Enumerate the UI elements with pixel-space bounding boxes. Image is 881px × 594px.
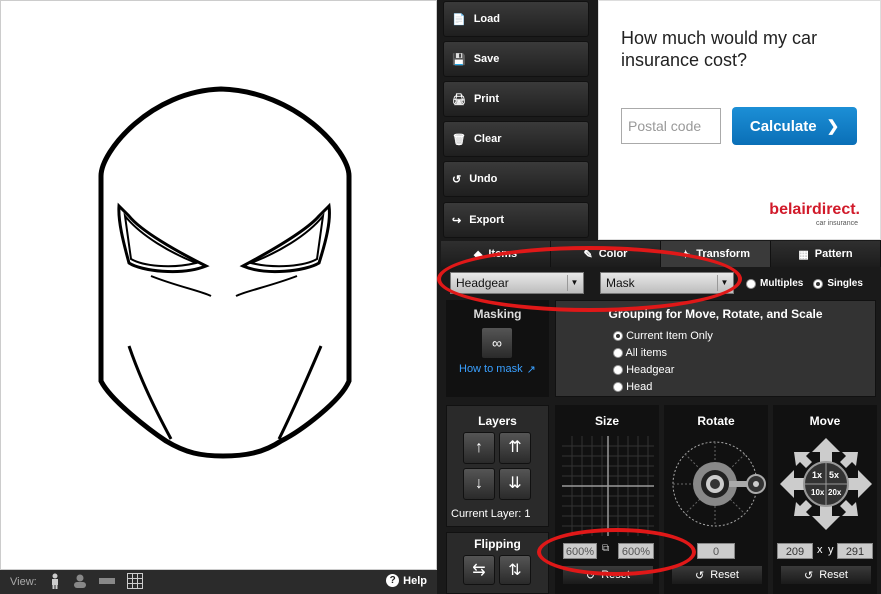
- grouping-panel: Grouping for Move, Rotate, and Scale Cur…: [555, 300, 876, 397]
- move-pad[interactable]: [778, 434, 874, 534]
- step-10x[interactable]: 10x: [811, 488, 824, 497]
- move-title: Move: [809, 414, 841, 428]
- flipping-title: Flipping: [474, 537, 521, 551]
- print-icon: 🖨: [452, 93, 466, 106]
- grouping-options: Current Item Only All items Headgear Hea…: [613, 328, 713, 396]
- load-icon: 📄: [452, 13, 466, 26]
- banner-view-icon[interactable]: [98, 576, 115, 589]
- rotate-value-field[interactable]: 0: [697, 543, 735, 559]
- view-bar: View: ? Help: [0, 570, 437, 594]
- multiples-radio[interactable]: [746, 278, 756, 289]
- flip-vertical-button[interactable]: ⇅: [499, 555, 531, 585]
- undo-icon: ↺: [452, 173, 462, 186]
- checker-icon: ▦: [798, 248, 809, 261]
- grouping-option-current[interactable]: Current Item Only: [613, 328, 713, 345]
- layer-top-icon: ⇈: [508, 439, 522, 456]
- ad-brand-sub: car insurance: [815, 220, 858, 227]
- rotate-title: Rotate: [697, 414, 735, 428]
- export-icon: ↪: [452, 214, 462, 227]
- grouping-option-head[interactable]: Head: [613, 379, 713, 396]
- annotation-oval-size: [537, 528, 696, 576]
- reset-icon: ↺: [695, 569, 705, 582]
- layer-bottom-icon: ⇊: [508, 475, 522, 492]
- move-reset-button[interactable]: ↺ Reset: [780, 565, 872, 585]
- masking-panel: Masking ∞ How to mask ↗: [446, 300, 549, 397]
- step-5x[interactable]: 5x: [829, 470, 839, 480]
- move-x-label: x: [817, 544, 823, 556]
- annotation-oval-selects: [437, 246, 742, 312]
- move-y-label: y: [828, 544, 834, 556]
- arrow-down-icon: ↓: [475, 475, 483, 492]
- mask-icon: ∞: [492, 335, 502, 351]
- singles-radio[interactable]: [813, 278, 824, 289]
- layers-title: Layers: [478, 414, 517, 428]
- layer-top-button[interactable]: ⇈: [499, 432, 531, 464]
- load-button[interactable]: 📄 Load: [443, 1, 589, 37]
- flip-horizontal-icon: ⇆: [472, 562, 486, 579]
- grouping-option-headgear[interactable]: Headgear: [613, 362, 713, 379]
- mask-drawing: [98, 86, 352, 459]
- flipping-panel: Flipping ⇆ ⇅: [446, 532, 549, 594]
- flip-vertical-icon: ⇅: [508, 562, 522, 579]
- print-button[interactable]: 🖨 Print: [443, 81, 589, 117]
- help-icon: ?: [386, 574, 400, 587]
- clear-button[interactable]: 🗑 Clear: [443, 121, 589, 157]
- view-label: View:: [10, 576, 37, 588]
- grid-view-icon[interactable]: [126, 572, 143, 592]
- layers-panel: Layers ↑ ⇈ ↓ ⇊ Current Layer: 1: [446, 405, 549, 527]
- export-button[interactable]: ↪ Export: [443, 202, 589, 238]
- tab-pattern[interactable]: ▦ Pattern: [771, 241, 881, 267]
- move-panel: Move 1x 5x 10x 20x 209 x y 291 ↺ Reset: [773, 405, 877, 594]
- drawing-canvas[interactable]: [0, 0, 437, 570]
- layer-down-button[interactable]: ↓: [463, 468, 495, 500]
- ad-question: How much would my car insurance cost?: [621, 28, 818, 70]
- save-icon: 💾: [452, 53, 466, 66]
- grouping-option-all[interactable]: All items: [613, 345, 713, 362]
- chevron-right-icon: ❯: [826, 118, 840, 135]
- ad-brand-logo: belairdirect.: [769, 201, 860, 218]
- external-link-icon: ↗: [526, 364, 536, 376]
- current-layer: Current Layer: 1: [451, 508, 531, 520]
- how-to-mask-link[interactable]: How to mask ↗: [459, 363, 536, 376]
- calculate-button[interactable]: Calculate ❯: [732, 107, 857, 145]
- trash-icon: 🗑: [452, 133, 466, 146]
- save-button[interactable]: 💾 Save: [443, 41, 589, 77]
- layer-bottom-button[interactable]: ⇊: [499, 468, 531, 500]
- undo-button[interactable]: ↺ Undo: [443, 161, 589, 197]
- layer-up-button[interactable]: ↑: [463, 432, 495, 464]
- size-title: Size: [594, 414, 619, 428]
- move-x-field[interactable]: 209: [777, 543, 813, 559]
- rotate-reset-button[interactable]: ↺ Reset: [671, 565, 763, 585]
- step-1x[interactable]: 1x: [812, 470, 822, 480]
- rotate-dial[interactable]: [669, 434, 767, 534]
- mode-toggle: Multiples Singles: [746, 278, 863, 289]
- step-20x[interactable]: 20x: [828, 488, 841, 497]
- postal-code-input[interactable]: Postal code: [621, 108, 721, 144]
- move-y-field[interactable]: 291: [837, 543, 873, 559]
- reset-icon: ↺: [804, 569, 814, 582]
- bust-view-icon[interactable]: [73, 574, 87, 591]
- full-body-view-icon[interactable]: [49, 573, 61, 592]
- flip-horizontal-button[interactable]: ⇆: [463, 555, 495, 585]
- size-grid[interactable]: [562, 436, 654, 536]
- arrow-up-icon: ↑: [475, 439, 483, 456]
- help-button[interactable]: ? Help: [386, 574, 427, 587]
- mask-button[interactable]: ∞: [481, 327, 513, 359]
- insurance-ad[interactable]: How much would my car insurance cost? Po…: [598, 0, 881, 240]
